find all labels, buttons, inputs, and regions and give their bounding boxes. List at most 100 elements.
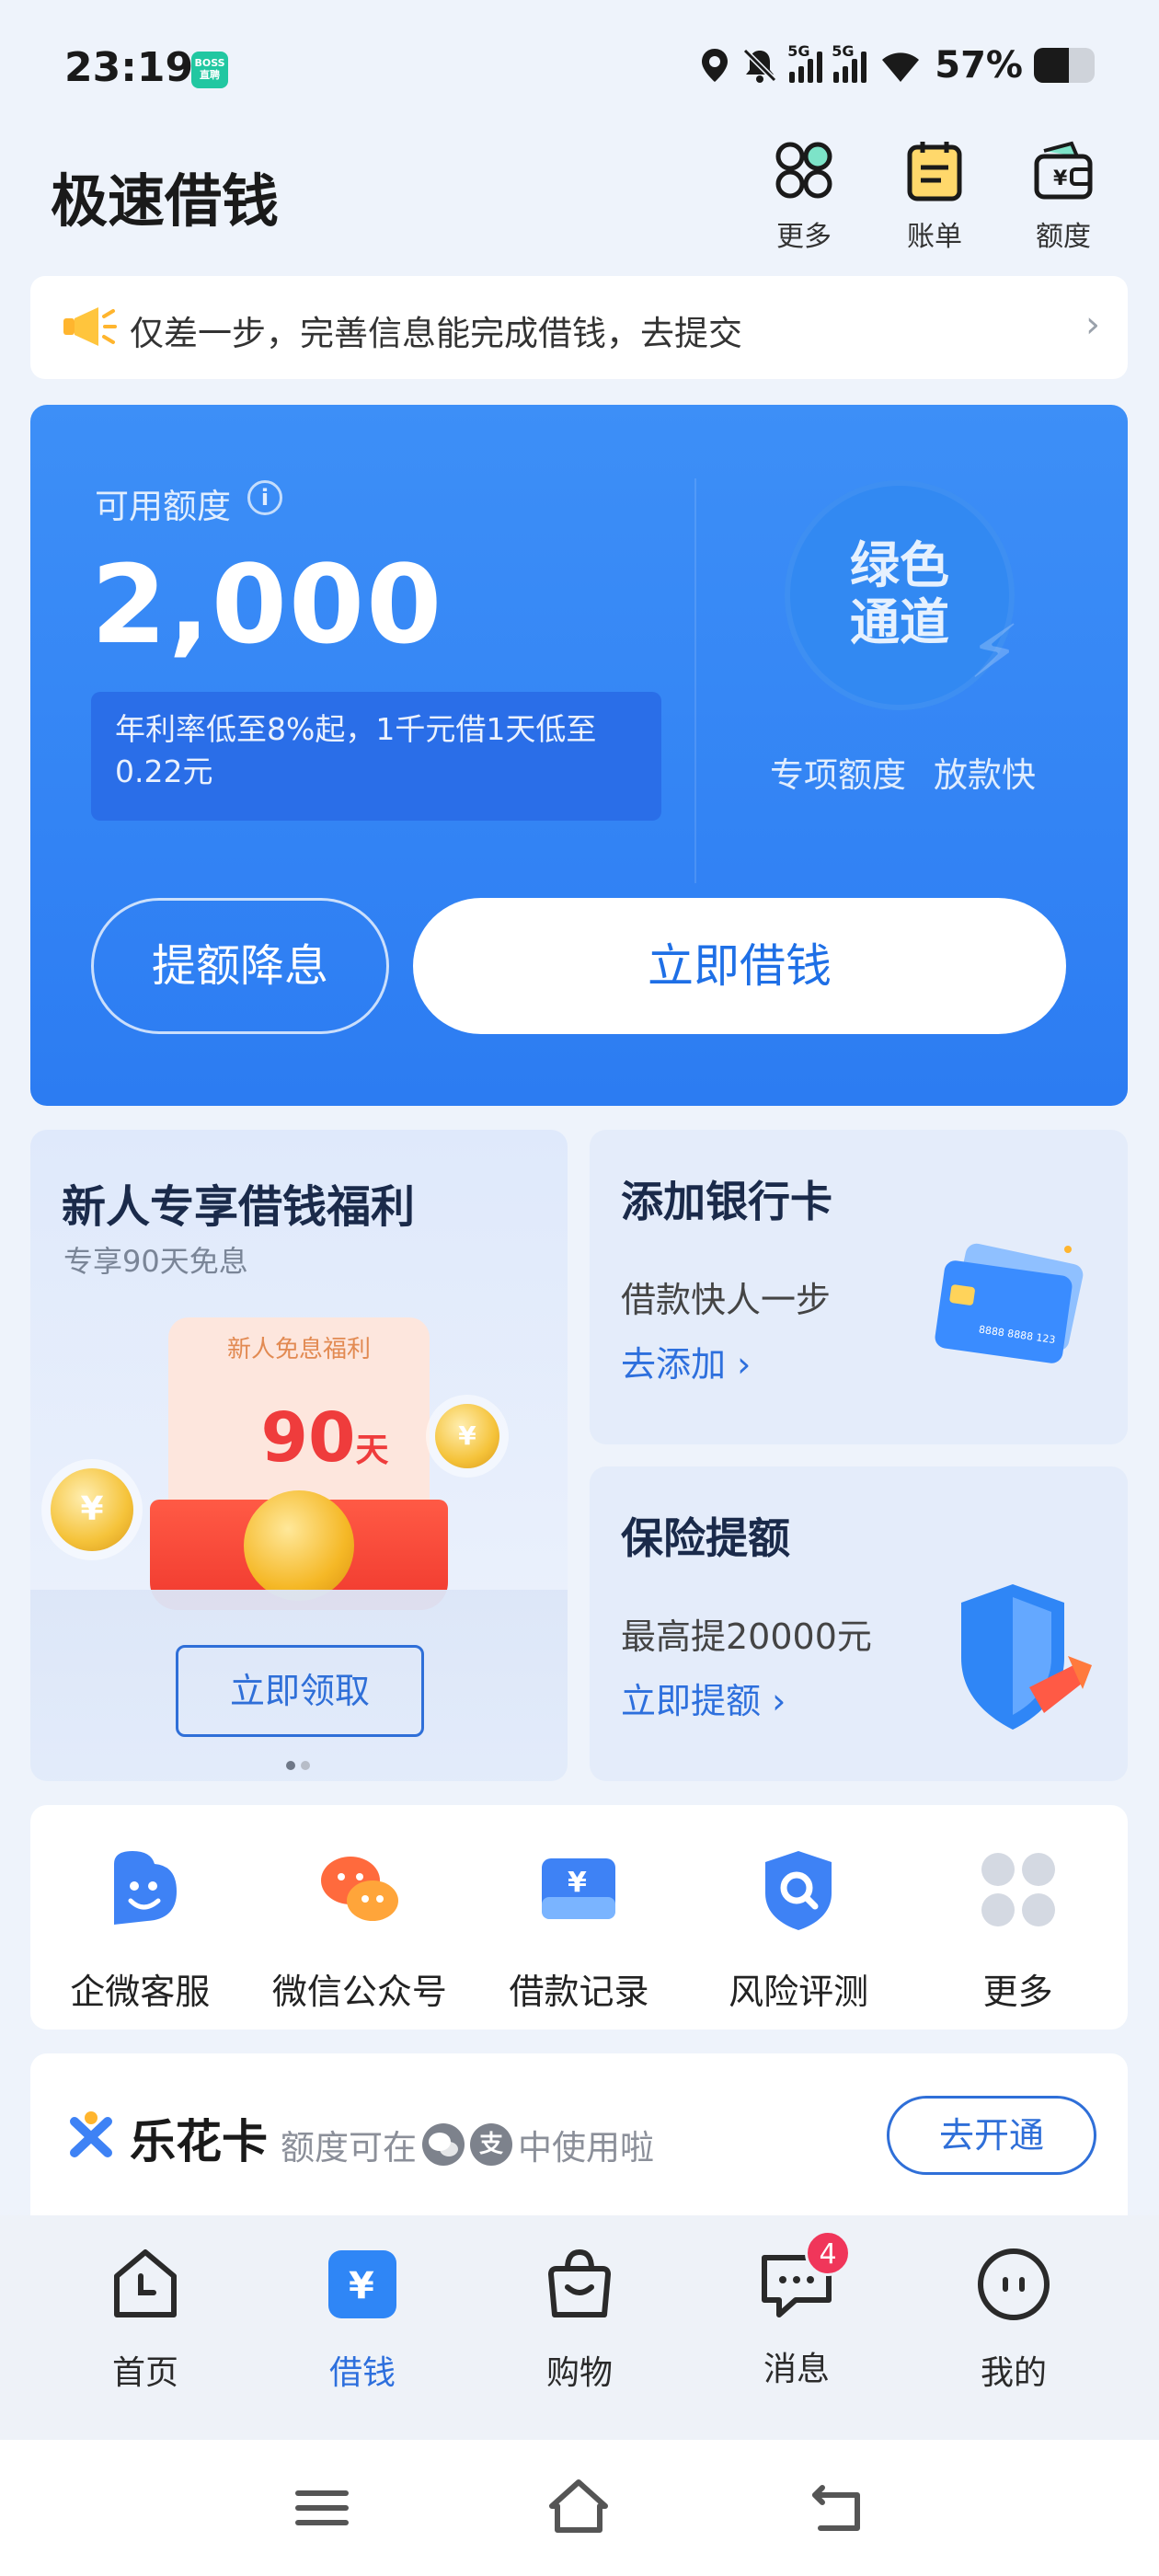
shield-icon bbox=[961, 1584, 1092, 1730]
risk-assessment-icon bbox=[765, 1851, 832, 1930]
status-icons: 5G 5G 57% bbox=[699, 42, 1095, 86]
interest-rate-note: 年利率低至8%起，1千元借1天低至0.22元 bbox=[91, 692, 661, 821]
signal-icon-2: 5G bbox=[832, 42, 867, 83]
mute-bell-icon bbox=[743, 48, 777, 83]
wecom-service-icon bbox=[114, 1851, 178, 1925]
envelope-days-number: 90 bbox=[260, 1398, 356, 1478]
header-bill-label: 账单 bbox=[907, 221, 962, 253]
add-bank-card-link[interactable]: 去添加 › bbox=[621, 1336, 751, 1386]
nav-profile[interactable]: 我的 bbox=[905, 2215, 1122, 2440]
newcomer-welfare-card[interactable]: 新人专享借钱福利 专享90天免息 新人免息福利 90天 ¥ ¥ 立即领取 bbox=[30, 1130, 568, 1781]
lehua-desc-before: 额度可在 bbox=[281, 2128, 417, 2168]
wallet-icon: ¥ bbox=[1034, 141, 1093, 200]
lehua-card-promo: 乐花卡 额度可在 支 中使用啦 去开通 bbox=[30, 2053, 1128, 2215]
channel-tag-special-quota: 专项额度 bbox=[770, 755, 906, 795]
service-wecom-label: 企微客服 bbox=[70, 1972, 211, 2012]
menu-icon[interactable] bbox=[294, 2480, 350, 2536]
welfare-subtitle: 专享90天免息 bbox=[63, 1244, 248, 1279]
service-wechat-official[interactable]: 微信公众号 bbox=[250, 1805, 470, 2030]
header-quota-button[interactable]: ¥ 额度 bbox=[1017, 138, 1109, 253]
notice-bar[interactable]: 仅差一步，完善信息能完成借钱，去提交 › bbox=[30, 276, 1128, 379]
available-limit-label: 可用额度 bbox=[95, 487, 231, 526]
envelope-label: 新人免息福利 bbox=[226, 1336, 371, 1363]
svg-text:¥: ¥ bbox=[349, 2265, 374, 2307]
activate-button[interactable]: 去开通 bbox=[887, 2096, 1096, 2175]
shopping-bag-icon bbox=[548, 2248, 611, 2317]
svg-text:¥: ¥ bbox=[1053, 167, 1068, 190]
alipay-icon: 支 bbox=[470, 2123, 512, 2166]
raise-limit-button[interactable]: 提额降息 bbox=[91, 898, 389, 1034]
header-quota-label: 额度 bbox=[1036, 221, 1091, 253]
page-title: 极速借钱 bbox=[51, 167, 280, 235]
nav-messages-label: 消息 bbox=[763, 2351, 830, 2388]
service-wechat-label: 微信公众号 bbox=[271, 1972, 447, 2012]
service-risk-label: 风险评测 bbox=[729, 1972, 869, 2012]
back-icon[interactable] bbox=[809, 2480, 865, 2536]
lehua-card-name: 乐花卡 bbox=[130, 2115, 268, 2168]
bottom-navigation: 首页 ¥ 借钱 购物 4 消息 我的 bbox=[0, 2215, 1159, 2440]
coin-right-icon: ¥ bbox=[435, 1404, 499, 1468]
svg-text:¥: ¥ bbox=[568, 1867, 587, 1899]
nav-profile-label: 我的 bbox=[980, 2354, 1047, 2392]
welfare-title: 新人专享借钱福利 bbox=[62, 1181, 416, 1233]
battery-percent: 57% bbox=[935, 44, 1023, 86]
channel-tags: 专项额度 放款快 bbox=[770, 747, 1036, 797]
lehua-logo-icon bbox=[70, 2111, 112, 2157]
card-divider bbox=[694, 478, 696, 883]
gold-coin-icon bbox=[244, 1490, 354, 1601]
info-icon[interactable]: i bbox=[247, 480, 282, 515]
service-loan-record-label: 借款记录 bbox=[509, 1972, 649, 2012]
add-bank-card[interactable]: 添加银行卡 借款快人一步 去添加 › 8888 8888 123 bbox=[590, 1130, 1128, 1444]
bank-card-title: 添加银行卡 bbox=[621, 1177, 832, 1226]
service-more[interactable]: 更多 bbox=[908, 1805, 1128, 2030]
claim-now-button[interactable]: 立即领取 bbox=[176, 1645, 424, 1737]
lehua-card-desc: 额度可在 支 中使用啦 bbox=[281, 2120, 654, 2169]
nav-shopping-label: 购物 bbox=[545, 2354, 613, 2392]
service-more-label: 更多 bbox=[982, 1972, 1053, 2012]
nav-home[interactable]: 首页 bbox=[37, 2215, 254, 2440]
nav-borrow-label: 借钱 bbox=[328, 2354, 396, 2392]
bank-card-icon: 8888 8888 123 bbox=[935, 1243, 1084, 1363]
insurance-desc: 最高提20000元 bbox=[621, 1616, 872, 1657]
boss-app-icon: BOSS直聘 bbox=[191, 52, 228, 88]
location-icon bbox=[702, 49, 729, 82]
service-risk-assessment[interactable]: 风险评测 bbox=[689, 1805, 909, 2030]
loan-record-icon: ¥ bbox=[542, 1858, 616, 1919]
bank-card-desc: 借款快人一步 bbox=[621, 1280, 832, 1320]
borrow-now-button[interactable]: 立即借钱 bbox=[413, 898, 1066, 1034]
battery-icon bbox=[1034, 48, 1095, 83]
grid-icon bbox=[775, 142, 832, 199]
nav-borrow[interactable]: ¥ 借钱 bbox=[254, 2215, 471, 2440]
wechat-official-icon bbox=[320, 1857, 398, 1921]
system-navigation-bar bbox=[0, 2440, 1159, 2576]
signal-icon-1: 5G bbox=[787, 42, 823, 83]
green-channel-title: 绿色通道 bbox=[850, 536, 949, 651]
envelope-days: 90天 bbox=[233, 1398, 417, 1478]
credit-limit-card: 可用额度 i 2,000 年利率低至8%起，1千元借1天低至0.22元 绿色通道… bbox=[30, 405, 1128, 1106]
home-system-icon[interactable] bbox=[546, 2477, 611, 2536]
service-loan-record[interactable]: ¥ 借款记录 bbox=[469, 1805, 689, 2030]
insurance-title: 保险提额 bbox=[621, 1513, 790, 1563]
raise-now-link[interactable]: 立即提额 › bbox=[621, 1673, 786, 1723]
channel-tag-fast-payout: 放款快 bbox=[934, 755, 1036, 795]
message-icon-wrap: 4 bbox=[755, 2230, 851, 2326]
nav-shopping[interactable]: 购物 bbox=[471, 2215, 688, 2440]
coin-left-icon: ¥ bbox=[51, 1468, 133, 1551]
wifi-icon bbox=[882, 52, 920, 82]
lehua-desc-after: 中使用啦 bbox=[518, 2128, 654, 2168]
insurance-raise-card[interactable]: 保险提额 最高提20000元 立即提额 › bbox=[590, 1466, 1128, 1781]
home-icon bbox=[114, 2249, 177, 2317]
header-bill-button[interactable]: 账单 bbox=[889, 138, 981, 253]
nav-messages[interactable]: 4 消息 bbox=[688, 2215, 905, 2440]
wechat-icon bbox=[422, 2123, 465, 2166]
notice-text: 仅差一步，完善信息能完成借钱，去提交 bbox=[130, 314, 742, 353]
megaphone-icon bbox=[63, 307, 117, 346]
service-wecom-support[interactable]: 企微客服 bbox=[30, 1805, 250, 2030]
profile-icon bbox=[978, 2248, 1050, 2320]
available-limit-amount: 2,000 bbox=[91, 541, 444, 668]
more-grid-icon bbox=[981, 1853, 1055, 1926]
lightning-icon: ⚡ bbox=[969, 609, 1021, 695]
header-more-button[interactable]: 更多 bbox=[758, 138, 850, 253]
status-bar: 23:19 BOSS直聘 5G 5G 57% bbox=[0, 0, 1159, 138]
header-more-label: 更多 bbox=[776, 221, 832, 253]
